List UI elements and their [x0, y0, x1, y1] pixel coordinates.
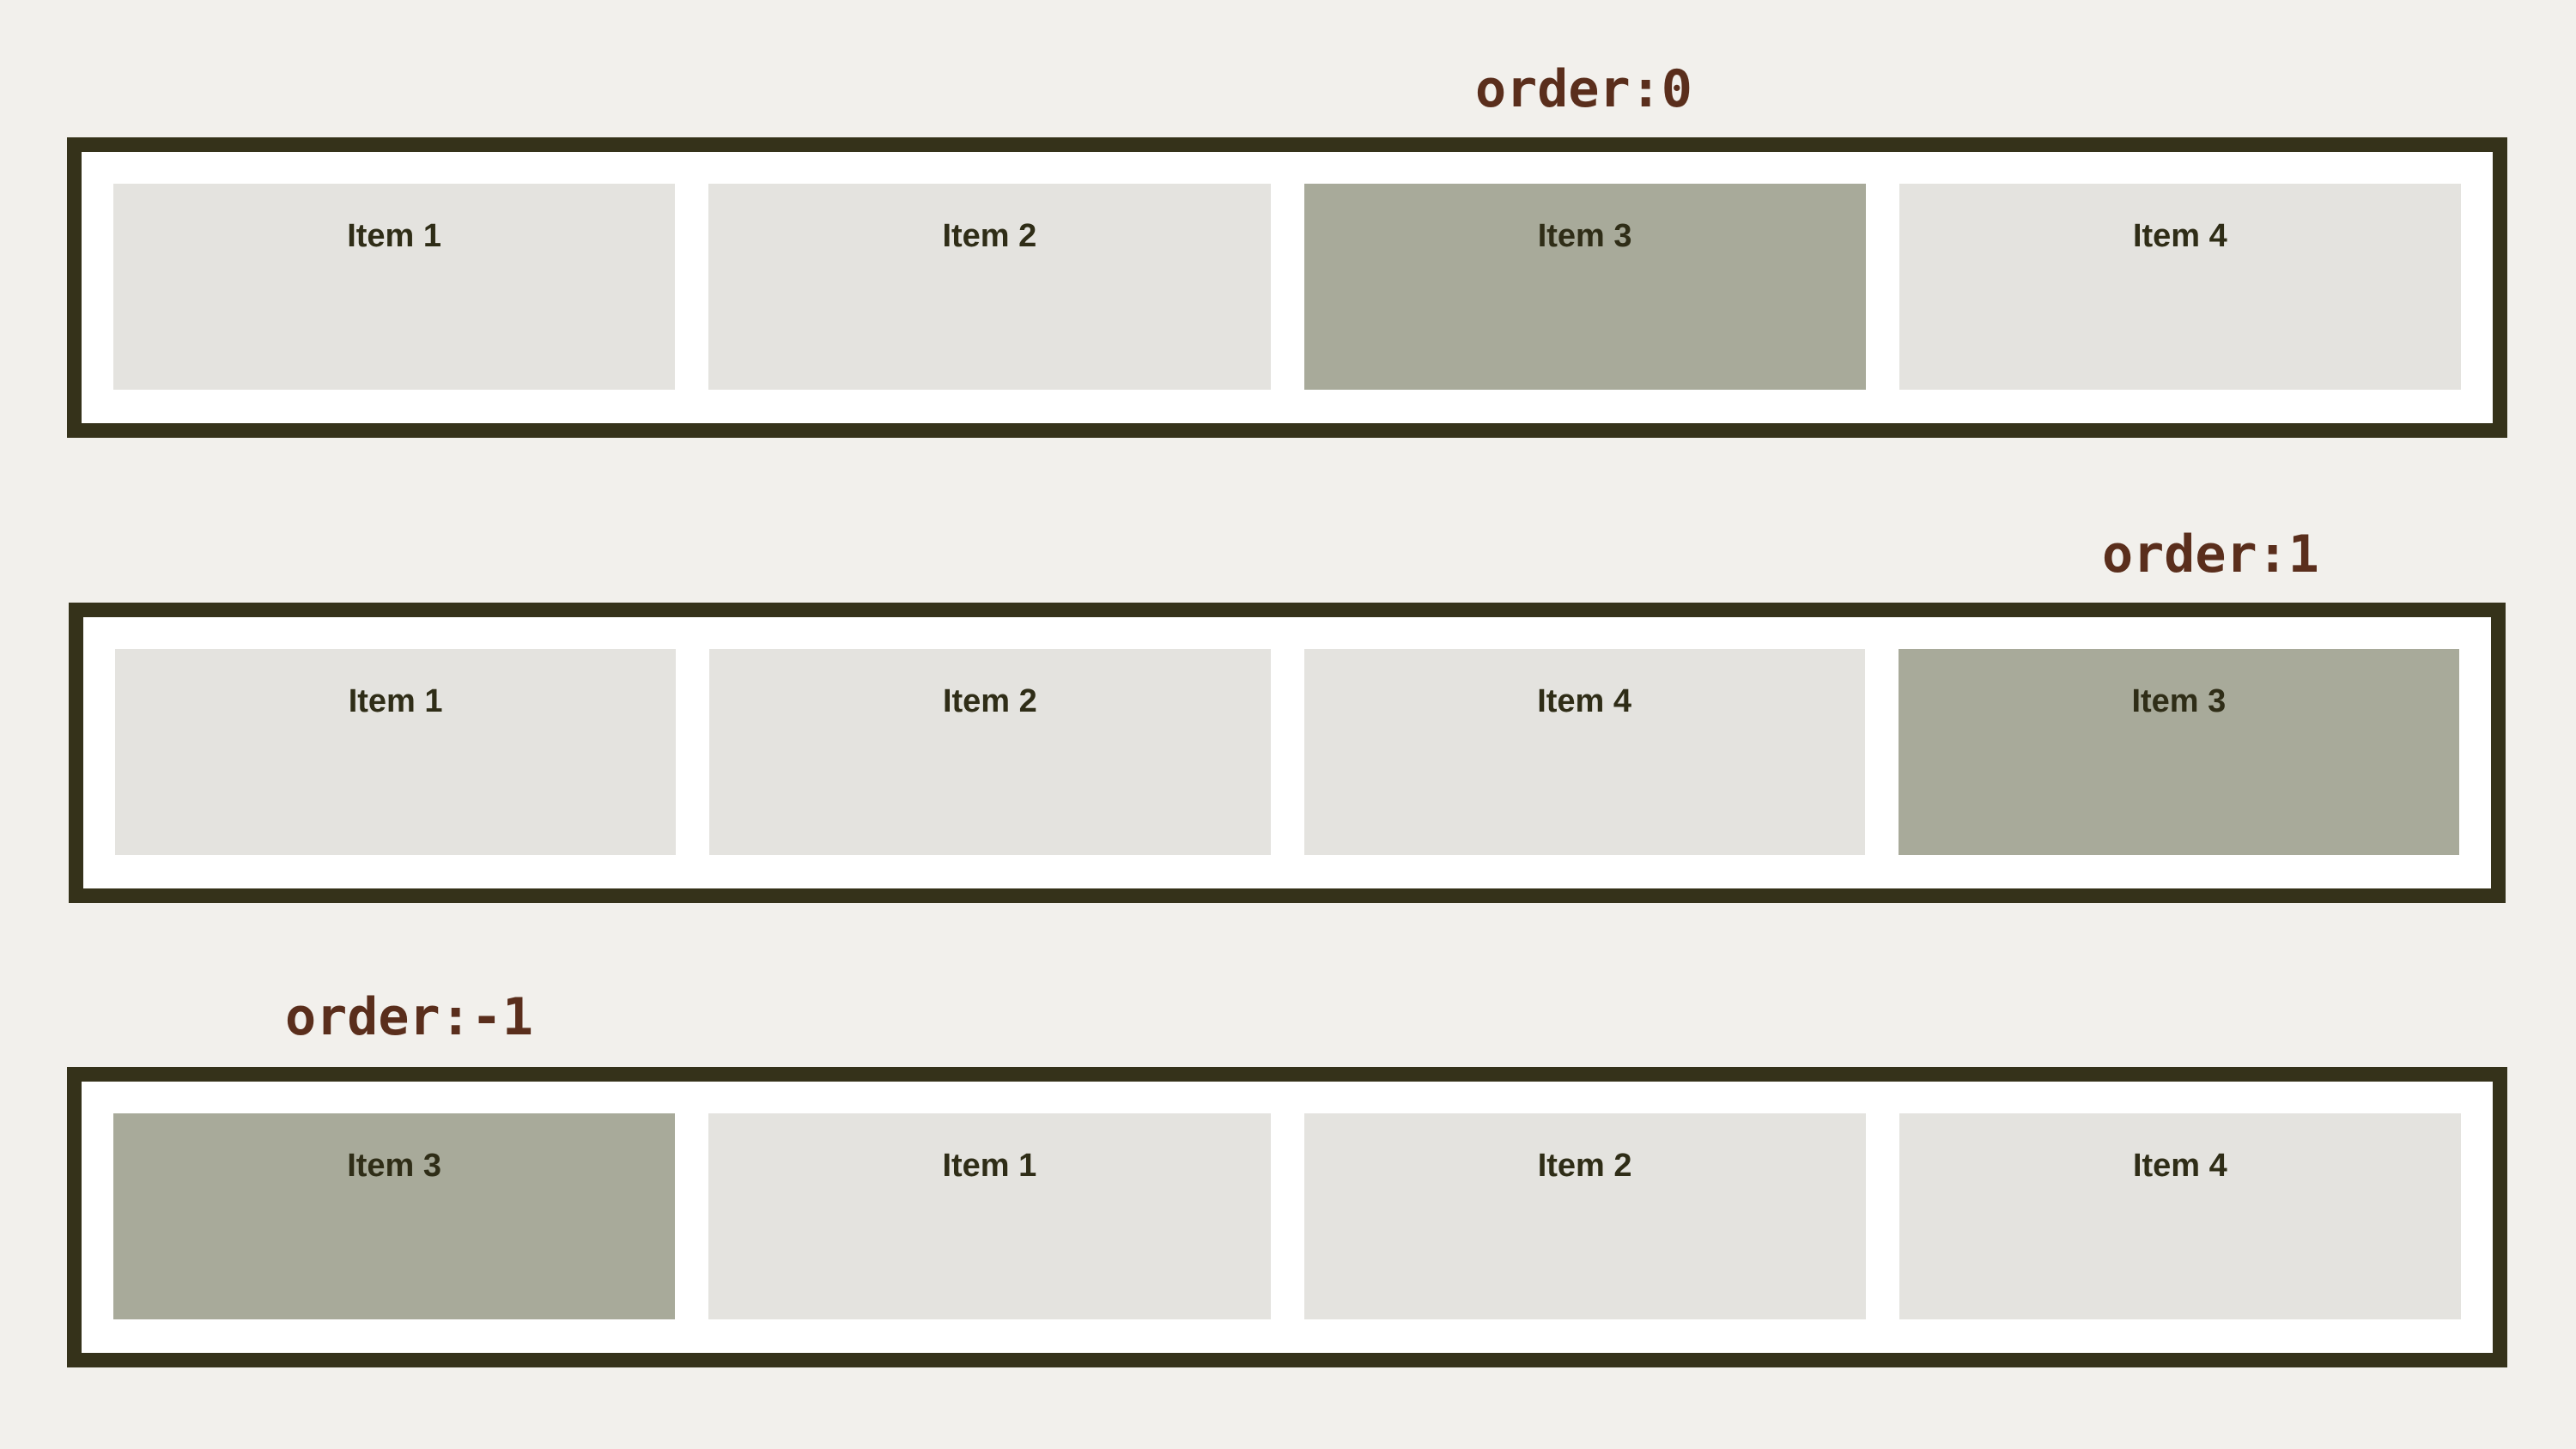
flex-container-row-2: Item 1 Item 2 Item 4 Item 3 [69, 603, 2506, 903]
order-label-row-1: order:0 [1475, 59, 1692, 119]
flex-item: Item 1 [708, 1113, 1271, 1319]
flex-item: Item 4 [1899, 184, 2461, 390]
flex-item: Item 4 [1899, 1113, 2461, 1319]
flex-container-row-3: Item 3 Item 1 Item 2 Item 4 [67, 1067, 2507, 1367]
order-label-row-3: order:-1 [285, 987, 533, 1047]
flex-item: Item 2 [709, 649, 1271, 855]
flex-item-highlighted: Item 3 [1303, 184, 1866, 390]
order-label-row-2: order:1 [2102, 524, 2319, 585]
flex-item: Item 2 [1303, 1113, 1866, 1319]
flex-item: Item 2 [708, 184, 1271, 390]
flex-item: Item 1 [113, 184, 676, 390]
flex-item: Item 1 [115, 649, 677, 855]
flex-item-highlighted: Item 3 [1898, 649, 2459, 855]
flex-item-highlighted: Item 3 [113, 1113, 676, 1319]
flex-container-row-1: Item 1 Item 2 Item 3 Item 4 [67, 137, 2507, 438]
flex-item: Item 4 [1303, 649, 1865, 855]
